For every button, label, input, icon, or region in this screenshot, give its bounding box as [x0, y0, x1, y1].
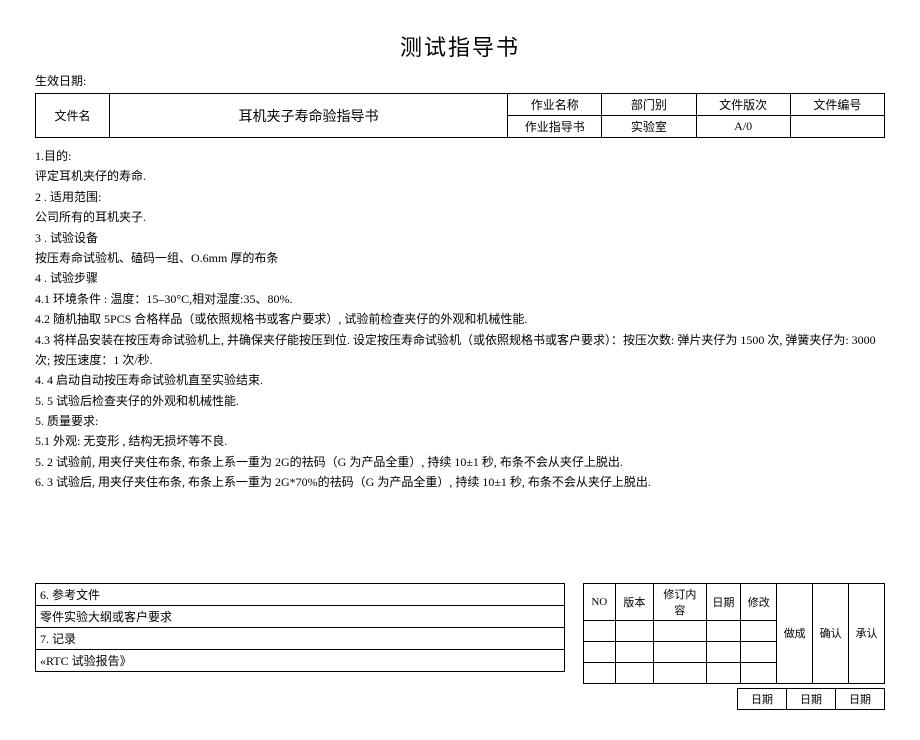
- rev-header-make: 做成: [777, 583, 813, 683]
- dept-label: 部门别: [602, 94, 696, 116]
- version-label: 文件版次: [696, 94, 790, 116]
- document-body: 1.目的: 评定耳机夹仔的寿命. 2 . 适用范围: 公司所有的耳机夹子. 3 …: [35, 146, 885, 493]
- section-4-4: 4. 4 启动自动按压寿命试验机直至实验结束.: [35, 370, 885, 390]
- job-form-value: 作业指导书: [508, 116, 602, 138]
- docno-value: [790, 116, 884, 138]
- filename-value: 耳机夹子寿命验指导书: [109, 94, 507, 138]
- section-4-1: 4.1 环境条件 : 温度：15–30°C,相对湿度:35、80%.: [35, 289, 885, 309]
- dept-value: 实验室: [602, 116, 696, 138]
- header-info-table: 文件名 耳机夹子寿命验指导书 作业名称 部门别 文件版次 文件编号 作业指导书 …: [35, 93, 885, 138]
- section-1-text: 评定耳机夹仔的寿命.: [35, 166, 885, 186]
- ref-row-4: «RTC 试验报告》: [36, 649, 565, 671]
- section-4-5: 5. 5 试验后检查夹仔的外观和机械性能.: [35, 391, 885, 411]
- section-5-heading: 5. 质量要求:: [35, 411, 885, 431]
- sig-date-3: 日期: [836, 688, 885, 709]
- revision-table: NO 版本 修订内容 日期 修改 做成 确认 承认: [583, 583, 885, 684]
- reference-table: 6. 参考文件 零件实验大纲或客户要求 7. 记录 «RTC 试验报告》: [35, 583, 565, 672]
- rev-header-date: 日期: [706, 583, 741, 620]
- section-1-heading: 1.目的:: [35, 146, 885, 166]
- version-value: A/0: [696, 116, 790, 138]
- section-4-heading: 4 . 试验步骤: [35, 268, 885, 288]
- docno-label: 文件编号: [790, 94, 884, 116]
- signature-date-row: 日期 日期 日期: [583, 688, 885, 710]
- rev-header-content: 修订内容: [654, 583, 706, 620]
- ref-row-2: 零件实验大纲或客户要求: [36, 605, 565, 627]
- section-2-text: 公司所有的耳机夹子.: [35, 207, 885, 227]
- filename-label: 文件名: [36, 94, 110, 138]
- rev-header-version: 版本: [615, 583, 654, 620]
- ref-row-1: 6. 参考文件: [36, 583, 565, 605]
- rev-header-no: NO: [584, 583, 616, 620]
- ref-row-3: 7. 记录: [36, 627, 565, 649]
- section-3-text: 按压寿命试验机、磕码一组、O.6mm 厚的布条: [35, 248, 885, 268]
- rev-header-approve: 承认: [849, 583, 885, 683]
- section-2-heading: 2 . 适用范围:: [35, 187, 885, 207]
- section-4-3: 4.3 将样品安装在按压寿命试验机上, 并确保夹仔能按压到位. 设定按压寿命试验…: [35, 330, 885, 371]
- section-5-1: 5.1 外观: 无变形 , 结构无损坏等不良.: [35, 431, 885, 451]
- rev-header-confirm: 确认: [813, 583, 849, 683]
- sig-date-2: 日期: [787, 688, 836, 709]
- section-3-heading: 3 . 试验设备: [35, 228, 885, 248]
- job-name-label: 作业名称: [508, 94, 602, 116]
- section-5-2: 5. 2 试验前, 用夹仔夹住布条, 布条上系一重为 2G的祛码（G 为产品全重…: [35, 452, 885, 472]
- sig-date-1: 日期: [738, 688, 787, 709]
- effective-date-label: 生效日期:: [35, 72, 885, 89]
- section-5-3: 6. 3 试验后, 用夹仔夹住布条, 布条上系一重为 2G*70%的祛码（G 为…: [35, 472, 885, 492]
- rev-header-modify: 修改: [741, 583, 777, 620]
- document-title: 测试指导书: [35, 30, 885, 62]
- section-4-2: 4.2 随机抽取 5PCS 合格样品（或依照规格书或客户要求）, 试验前检查夹仔…: [35, 309, 885, 329]
